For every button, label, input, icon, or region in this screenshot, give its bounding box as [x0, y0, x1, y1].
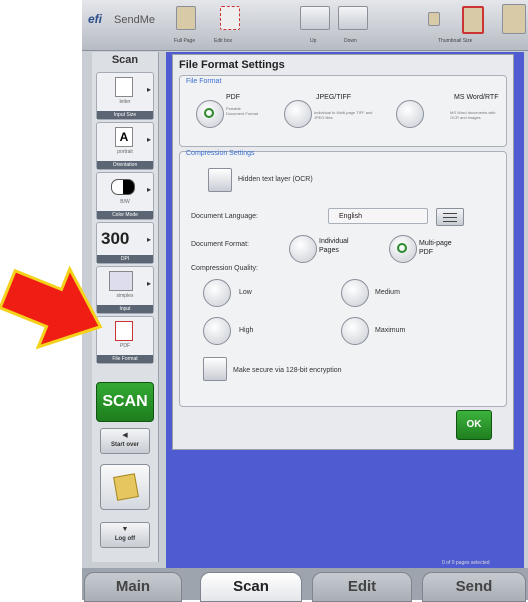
- individual-pages-radio[interactable]: [289, 235, 317, 263]
- doc-language-label: Document Language:: [191, 213, 258, 220]
- log-off-label: Log off: [114, 536, 136, 542]
- down-arrow-icon[interactable]: [338, 6, 368, 30]
- menu-line-icon: [443, 221, 457, 222]
- documents-button[interactable]: [100, 464, 150, 510]
- menu-line-icon: [443, 217, 457, 218]
- orientation-a-icon: A: [115, 127, 133, 147]
- pdf-label: PDF: [226, 94, 240, 101]
- doc-format-label: Document Format:: [191, 241, 249, 248]
- high-label: High: [239, 327, 254, 334]
- orientation-button[interactable]: A ▸ portrait Orientation: [96, 122, 154, 170]
- secure-label: Make secure via 128-bit encryption: [233, 367, 342, 374]
- file-format-section-title: File Format: [186, 78, 222, 85]
- tab-send[interactable]: Send: [422, 572, 526, 602]
- doc-language-select[interactable]: English: [328, 208, 428, 224]
- ms-word-rtf-radio[interactable]: [396, 100, 424, 128]
- hidden-text-label: Hidden text layer (OCR): [238, 176, 313, 183]
- file-format-dialog: File Format Settings File Format PDF Por…: [172, 54, 514, 450]
- orientation-caption: Orientation: [97, 161, 153, 169]
- input-size-button[interactable]: ▸ letter Input Size: [96, 72, 154, 120]
- full-page-icon[interactable]: [176, 6, 196, 30]
- top-toolbar: efi SendMe Full Page Edit box Up Down Th…: [82, 0, 528, 51]
- dialog-title: File Format Settings: [179, 59, 285, 71]
- efi-logo: efi: [88, 12, 103, 26]
- arrow-right-icon: ▸: [146, 235, 151, 244]
- jpeg-tiff-sublabel: Individual to Multi-page TIFF and JPEG f…: [314, 110, 373, 120]
- jpeg-tiff-label: JPEG/TIFF: [316, 94, 351, 101]
- dpi-button[interactable]: 300 ▸ DPI: [96, 222, 154, 264]
- down-arrow-icon: ▼: [121, 526, 129, 533]
- tab-main[interactable]: Main: [84, 572, 182, 602]
- color-mode-caption: Color Mode: [97, 211, 153, 219]
- input-size-caption: Input Size: [97, 111, 153, 119]
- full-page-label: Full Page: [174, 38, 196, 44]
- menu-line-icon: [443, 213, 457, 214]
- secure-checkbox[interactable]: [203, 357, 227, 381]
- medium-radio[interactable]: [341, 279, 369, 307]
- multi-page-pdf-label: Multi-page PDF: [419, 240, 452, 256]
- edit-box-label: Edit box: [214, 38, 233, 44]
- arrow-right-icon: ▸: [146, 279, 151, 288]
- file-format-section: File Format PDF Portable Document Format…: [179, 75, 507, 147]
- language-dropdown-button[interactable]: [436, 208, 464, 226]
- high-radio[interactable]: [203, 317, 231, 345]
- thumbnail-large-icon[interactable]: [502, 4, 526, 34]
- log-off-button[interactable]: ▼ Log off: [100, 522, 150, 548]
- low-label: Low: [239, 289, 252, 296]
- compression-section-title: Compression Settings: [186, 150, 255, 157]
- arrow-right-icon: ▸: [146, 135, 151, 144]
- up-label: Up: [310, 38, 317, 44]
- red-pointer-arrow-icon: [0, 265, 103, 350]
- app-name: SendMe: [114, 14, 155, 26]
- folder-hand-icon: [113, 473, 139, 501]
- jpeg-tiff-radio[interactable]: [284, 100, 312, 128]
- scan-button[interactable]: SCAN: [96, 382, 154, 422]
- pdf-file-icon: [115, 321, 133, 341]
- arrow-right-icon: ▸: [146, 185, 151, 194]
- thumbnail-small-icon[interactable]: [428, 12, 440, 26]
- compression-quality-label: Compression Quality:: [191, 265, 258, 272]
- pdf-radio[interactable]: [196, 100, 224, 128]
- left-arrow-icon: ◀: [122, 432, 128, 439]
- low-radio[interactable]: [203, 279, 231, 307]
- start-over-label: Start over: [110, 442, 139, 448]
- ok-button[interactable]: OK: [456, 410, 492, 440]
- pdf-sublabel: Portable Document Format: [226, 106, 259, 116]
- down-label: Down: [344, 38, 357, 44]
- orientation-value: portrait: [117, 149, 133, 155]
- color-mode-button[interactable]: ▸ B/W Color Mode: [96, 172, 154, 220]
- page-icon: [115, 77, 133, 97]
- maximum-radio[interactable]: [341, 317, 369, 345]
- color-mode-icon: [111, 179, 135, 195]
- maximum-label: Maximum: [375, 327, 406, 334]
- hidden-text-checkbox[interactable]: [208, 168, 232, 192]
- thumbnail-size-label: Thumbnail Size: [438, 38, 473, 44]
- individual-pages-label: Individual Pages: [319, 238, 349, 254]
- touch-screen: efi SendMe Full Page Edit box Up Down Th…: [82, 0, 528, 600]
- thumbnail-medium-icon[interactable]: [462, 6, 484, 34]
- compression-section: Compression Settings Hidden text layer (…: [179, 150, 507, 407]
- start-over-button[interactable]: ◀ Start over: [100, 428, 150, 454]
- ms-word-rtf-sublabel: MS Word documents with OCR and images: [450, 110, 496, 120]
- medium-label: Medium: [375, 289, 400, 296]
- sidebar-title: Scan: [111, 54, 139, 66]
- pages-selected-status: 0 of 0 pages selected: [442, 560, 490, 566]
- color-mode-value: B/W: [120, 199, 130, 205]
- multi-page-pdf-radio[interactable]: [389, 235, 417, 263]
- simplex-icon: [109, 271, 133, 291]
- tab-scan[interactable]: Scan: [200, 572, 302, 602]
- up-arrow-icon[interactable]: [300, 6, 330, 30]
- dpi-value: 300: [101, 229, 130, 248]
- arrow-right-icon: ▸: [146, 85, 151, 94]
- input-size-value: letter: [119, 99, 131, 105]
- file-format-caption: File Format: [97, 355, 153, 363]
- edit-box-icon[interactable]: [220, 6, 240, 30]
- ms-word-rtf-label: MS Word/RTF: [454, 94, 499, 101]
- tab-edit[interactable]: Edit: [312, 572, 412, 602]
